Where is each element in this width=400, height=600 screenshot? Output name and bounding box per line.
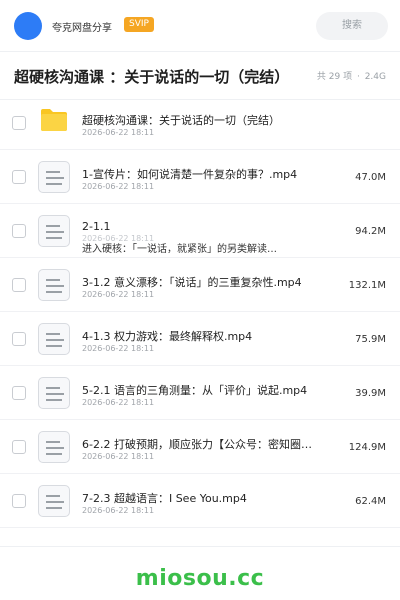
file-size: 47.0M xyxy=(355,172,386,183)
document-icon xyxy=(38,269,70,301)
select-checkbox[interactable] xyxy=(12,386,26,400)
list-item[interactable]: 4-1.3 权力游戏：最终解释权.mp4 2026-06-22 18:11 75… xyxy=(0,312,400,366)
file-name: 7-2.3 超越语言：I See You.mp4 xyxy=(82,492,247,505)
total-size: 2.4G xyxy=(364,72,386,82)
document-icon xyxy=(38,485,70,517)
select-checkbox[interactable] xyxy=(12,440,26,454)
select-checkbox[interactable] xyxy=(12,116,26,130)
document-icon xyxy=(38,431,70,463)
svip-badge: SVIP xyxy=(124,17,154,32)
select-checkbox[interactable] xyxy=(12,332,26,346)
file-date: 2026-06-22 18:11 xyxy=(82,182,155,191)
folder-icon xyxy=(41,109,67,131)
file-size: 132.1M xyxy=(348,280,386,291)
list-item[interactable]: 2-1.1 2026-06-22 18:11 进入硬核：「一说话，就紧张」的另类… xyxy=(0,204,400,258)
file-name: 2-1.1 xyxy=(82,220,111,233)
share-header: 夸克网盘分享 SVIP 搜索 xyxy=(0,0,400,52)
select-checkbox[interactable] xyxy=(12,224,26,238)
file-date: 2026-06-22 18:11 xyxy=(82,344,155,353)
watermark: miosou.cc xyxy=(135,566,265,591)
footer-divider xyxy=(0,546,400,547)
file-date: 2026-06-22 18:11 xyxy=(82,506,155,515)
list-item[interactable]: 7-2.3 超越语言：I See You.mp4 2026-06-22 18:1… xyxy=(0,474,400,528)
sharer-name: 夸克网盘分享 xyxy=(52,23,112,34)
file-name: 5-2.1 语言的三角测量：从「评价」说起.mp4 xyxy=(82,384,308,397)
file-name: 3-1.2 意义漂移：「说话」的三重复杂性.mp4 xyxy=(82,276,302,289)
file-name: 4-1.3 权力游戏：最终解释权.mp4 xyxy=(82,330,253,343)
search-input[interactable]: 搜索 xyxy=(316,12,388,40)
document-icon xyxy=(38,377,70,409)
file-list: 超硬核沟通课：关于说话的一切（完结） 2026-06-22 18:11 1-宣传… xyxy=(0,96,400,528)
list-item[interactable]: 6-2.2 打破预期，顺应张力【公众号：密知圈】.… 2026-06-22 18… xyxy=(0,420,400,474)
file-size: 94.2M xyxy=(355,226,386,237)
document-icon xyxy=(38,161,70,193)
file-date: 2026-06-22 18:11 xyxy=(82,452,155,461)
document-icon xyxy=(38,215,70,247)
folder-title-row: 超硬核沟通课 ：关于说话的一切（完结） 共 29 项 · 2.4G xyxy=(0,52,400,100)
select-checkbox[interactable] xyxy=(12,494,26,508)
file-date: 2026-06-22 18:11 xyxy=(82,128,155,137)
list-item[interactable]: 超硬核沟通课：关于说话的一切（完结） 2026-06-22 18:11 xyxy=(0,96,400,150)
file-size: 39.9M xyxy=(355,388,386,399)
file-date: 2026-06-22 18:11 xyxy=(82,398,155,407)
file-name-second-line: 进入硬核：「一说话，就紧张」的另类解读… xyxy=(82,244,277,255)
file-name: 超硬核沟通课：关于说话的一切（完结） xyxy=(82,114,280,127)
folder-meta: 共 29 项 · 2.4G xyxy=(317,69,386,82)
file-size: 62.4M xyxy=(355,496,386,507)
page-title: 超硬核沟通课 ：关于说话的一切（完结） xyxy=(14,68,290,86)
select-checkbox[interactable] xyxy=(12,170,26,184)
file-size: 75.9M xyxy=(355,334,386,345)
avatar[interactable] xyxy=(14,12,42,40)
item-count: 共 29 项 xyxy=(316,72,353,82)
list-item[interactable]: 5-2.1 语言的三角测量：从「评价」说起.mp4 2026-06-22 18:… xyxy=(0,366,400,420)
document-icon xyxy=(38,323,70,355)
select-checkbox[interactable] xyxy=(12,278,26,292)
file-size: 124.9M xyxy=(348,442,386,453)
file-name: 6-2.2 打破预期，顺应张力【公众号：密知圈】.… xyxy=(82,438,322,451)
meta-separator: · xyxy=(356,72,360,82)
list-item[interactable]: 1-宣传片：如何说清楚一件复杂的事？.mp4 2026-06-22 18:11 … xyxy=(0,150,400,204)
file-date: 2026-06-22 18:11 xyxy=(82,290,155,299)
file-name: 1-宣传片：如何说清楚一件复杂的事？.mp4 xyxy=(82,168,298,181)
list-item[interactable]: 3-1.2 意义漂移：「说话」的三重复杂性.mp4 2026-06-22 18:… xyxy=(0,258,400,312)
